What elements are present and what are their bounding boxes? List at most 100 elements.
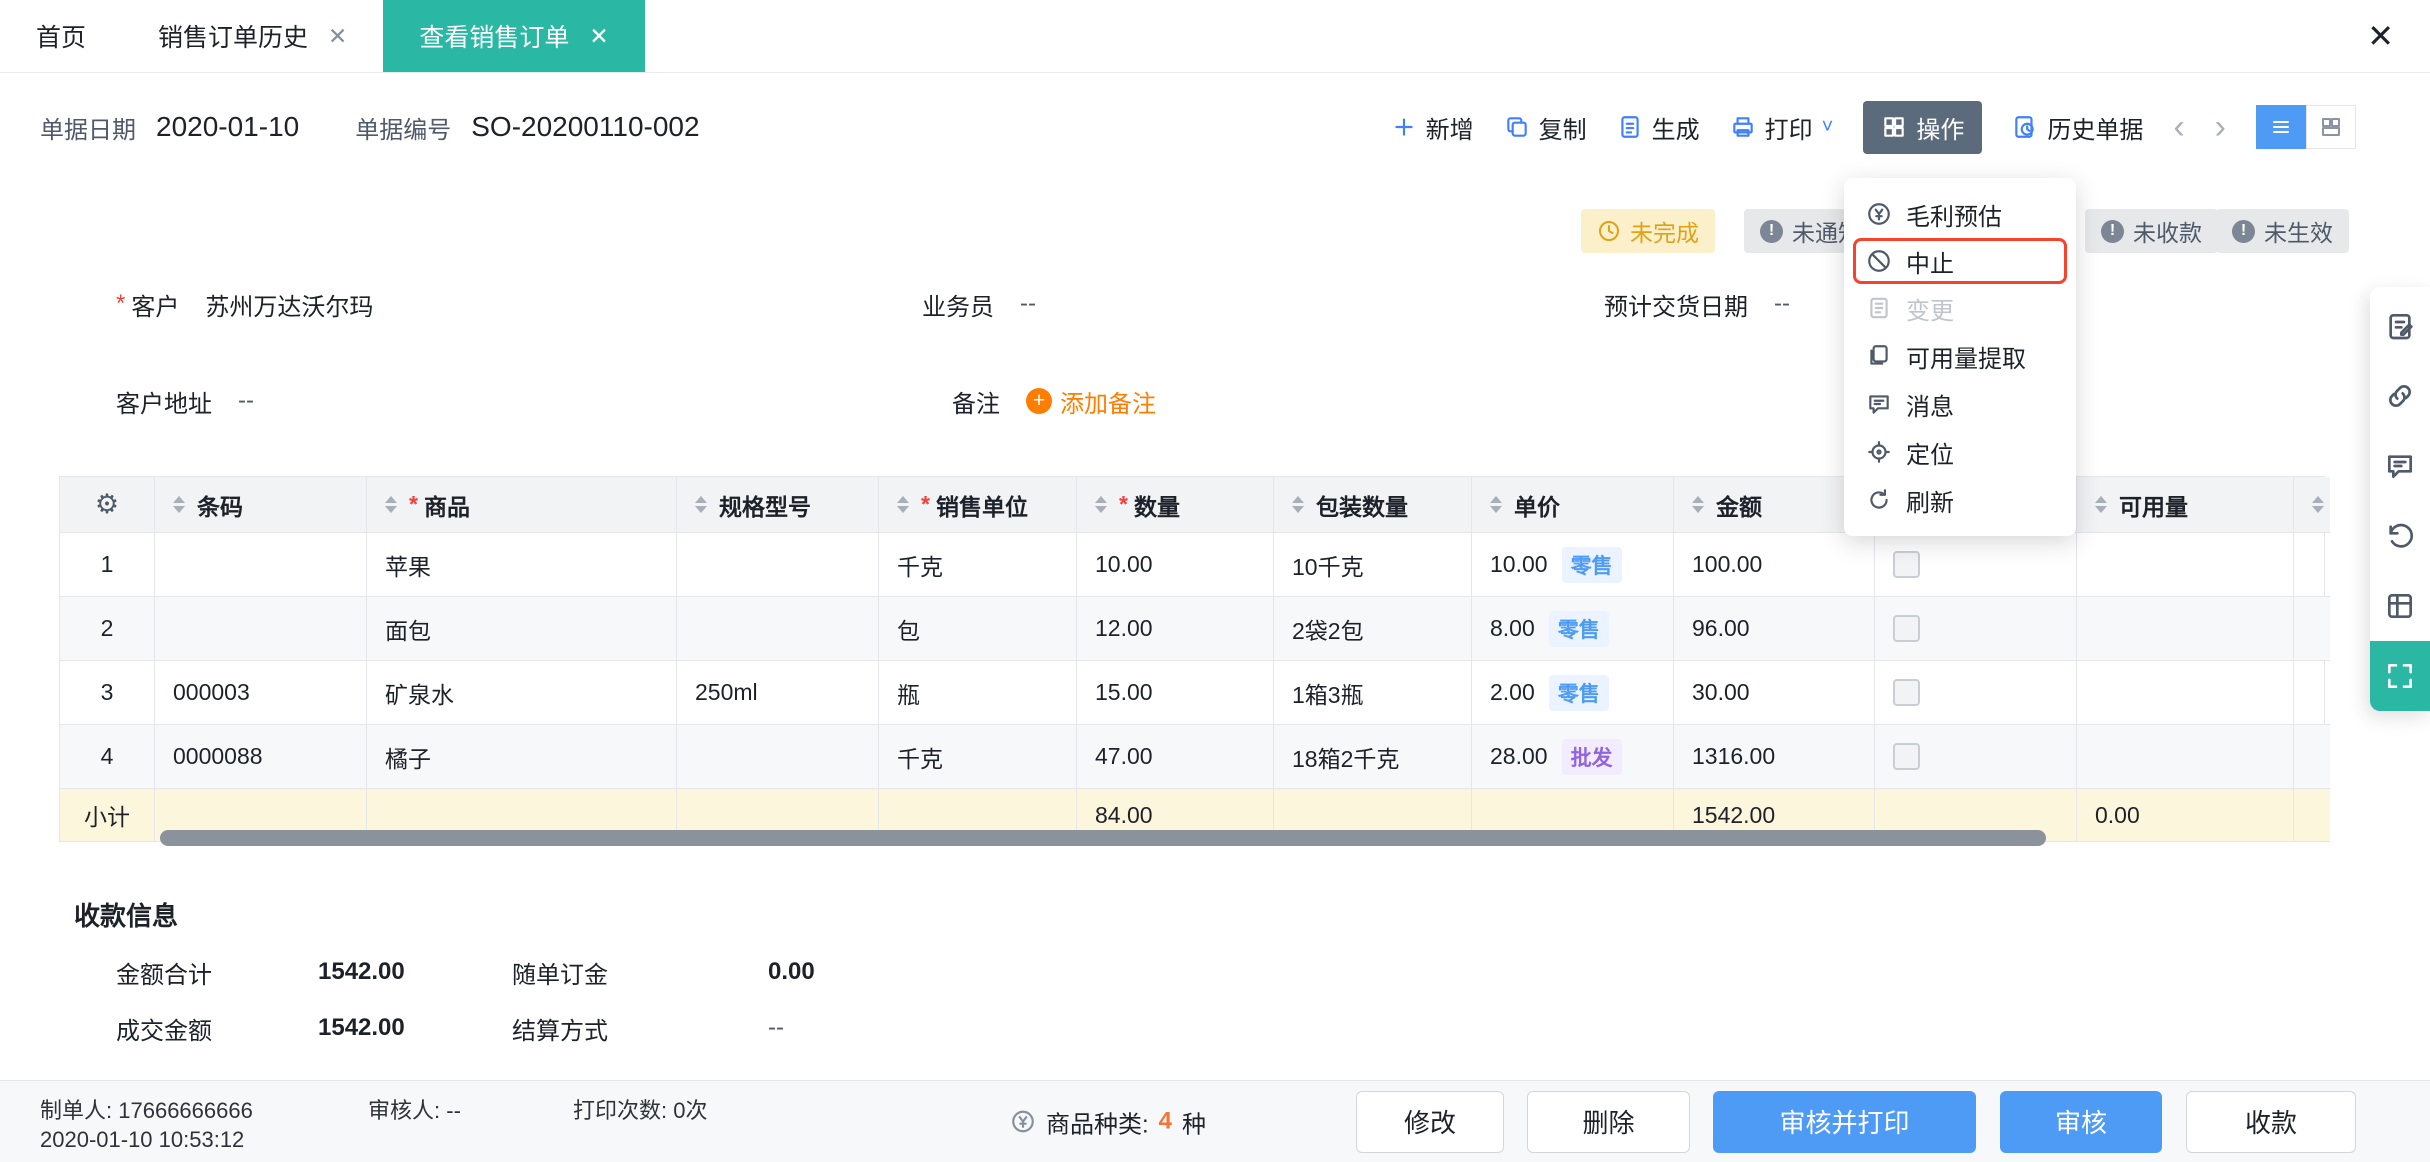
col-unit[interactable]: * 销售单位 (879, 477, 1077, 533)
tab-sales-order-history[interactable]: 销售订单历史 ✕ (122, 0, 383, 72)
col-product[interactable]: * 商品 (367, 477, 677, 533)
tab-home[interactable]: 首页 (0, 0, 122, 72)
row-spec (677, 597, 879, 661)
next-arrow-icon[interactable]: › (2215, 110, 2226, 144)
row-price: 28.00 批发 (1472, 725, 1674, 789)
operate-button[interactable]: 操作 (1863, 100, 1983, 154)
row-barcode: 0000088 (155, 725, 367, 789)
row-available (2077, 597, 2294, 661)
price-type-tag[interactable]: 零售 (1548, 674, 1609, 711)
menu-item-message[interactable]: 消息 (1844, 380, 2076, 428)
receive-payment-button[interactable]: 收款 (2186, 1090, 2356, 1153)
sort-icon[interactable] (2312, 496, 2324, 513)
row-unit: 千克 (879, 533, 1077, 597)
add-remark-button[interactable]: + 添加备注 (1026, 384, 1156, 419)
row-barcode: 000003 (155, 661, 367, 725)
menu-item-locate[interactable]: 定位 (1844, 428, 2076, 476)
generate-button[interactable]: 生成 (1617, 110, 1700, 145)
table-row[interactable]: 3 000003 矿泉水 250ml 瓶 15.00 1箱3瓶 2.00 零售 3… (60, 661, 2330, 725)
row-product: 面包 (367, 597, 677, 661)
required-mark: * (116, 290, 126, 317)
prev-arrow-icon[interactable]: ‹ (2173, 110, 2184, 144)
col-price[interactable]: 单价 (1472, 477, 1674, 533)
gear-icon[interactable]: ⚙ (95, 489, 119, 520)
col-pkg[interactable]: 包装数量 (1274, 477, 1472, 533)
order-detail-panel-button[interactable] (2370, 291, 2430, 361)
message-panel-button[interactable] (2370, 431, 2430, 501)
col-qty[interactable]: * 数量 (1077, 477, 1274, 533)
col-partial[interactable] (2294, 477, 2330, 533)
row-unit: 瓶 (879, 661, 1077, 725)
close-icon[interactable]: ✕ (2367, 17, 2394, 55)
sort-icon[interactable] (1292, 496, 1304, 513)
tab-view-sales-order[interactable]: 查看销售订单 ✕ (383, 0, 645, 72)
sort-icon[interactable] (1692, 496, 1704, 513)
price-type-tag[interactable]: 零售 (1548, 610, 1609, 647)
horizontal-scrollbar[interactable] (160, 830, 2046, 846)
col-spec[interactable]: 规格型号 (677, 477, 879, 533)
info-icon: ! (2101, 219, 2124, 243)
list-view-icon (2273, 121, 2289, 133)
customer-address-value: -- (238, 387, 254, 414)
history-doc-button[interactable]: 历史单据 (2012, 110, 2143, 145)
doc-date: 单据日期 2020-01-10 (40, 110, 299, 145)
deposit-value: 0.00 (768, 958, 815, 985)
modify-button[interactable]: 修改 (1356, 1090, 1504, 1153)
salesman-value: -- (1020, 290, 1036, 317)
row-barcode (155, 597, 367, 661)
row-unit: 包 (879, 597, 1077, 661)
row-checkbox[interactable] (1893, 551, 1920, 578)
table-panel-button[interactable] (2370, 571, 2430, 641)
info-icon: ! (2232, 219, 2255, 243)
sort-icon[interactable] (2095, 496, 2107, 513)
row-available (2077, 725, 2294, 789)
expand-panel-button[interactable] (2370, 641, 2430, 711)
message-icon (1869, 395, 1889, 414)
delete-button[interactable]: 删除 (1527, 1090, 1690, 1153)
remark-field: 备注 + 添加备注 (952, 381, 1156, 421)
print-button[interactable]: 打印 ˅ (1730, 110, 1833, 145)
row-pkg: 18箱2千克 (1274, 725, 1472, 789)
row-spec (677, 725, 879, 789)
settlement-value: -- (768, 1014, 784, 1041)
table-row[interactable]: 2 面包 包 12.00 2袋2包 8.00 零售 96.00 (60, 597, 2330, 661)
add-button[interactable]: 新增 (1391, 110, 1474, 145)
menu-item-change[interactable]: 变更 (1844, 284, 2076, 332)
row-checkbox[interactable] (1893, 743, 1920, 770)
sort-icon[interactable] (385, 496, 397, 513)
sort-icon[interactable] (695, 496, 707, 513)
doc-number-label: 单据编号 (355, 116, 452, 144)
menu-item-abort[interactable]: 中止 (1853, 238, 2067, 284)
grid-view-button[interactable] (2306, 105, 2356, 149)
row-checkbox[interactable] (1893, 615, 1920, 642)
sort-icon[interactable] (897, 496, 909, 513)
sort-icon[interactable] (1490, 496, 1502, 513)
deal-amount-field: 成交金额 (116, 1017, 212, 1045)
price-type-tag[interactable]: 批发 (1561, 738, 1622, 775)
menu-item-refresh[interactable]: 刷新 (1844, 476, 2076, 524)
row-checkbox[interactable] (1893, 679, 1920, 706)
close-tab-icon[interactable]: ✕ (589, 23, 608, 50)
tab-bar: 首页 销售订单历史 ✕ 查看销售订单 ✕ ✕ (0, 0, 2430, 73)
history-panel-button[interactable] (2370, 501, 2430, 571)
status-badge-not-received: ! 未收款 (2085, 209, 2218, 253)
deal-amount-value: 1542.00 (318, 1014, 405, 1041)
sort-icon[interactable] (173, 496, 185, 513)
table-row[interactable]: 4 0000088 橘子 千克 47.00 18箱2千克 28.00 批发 131… (60, 725, 2330, 789)
audit-and-print-button[interactable]: 审核并打印 (1713, 1090, 1976, 1153)
customer-field: * 客户 苏州万达沃尔玛 (116, 284, 373, 324)
audit-button[interactable]: 审核 (2000, 1090, 2162, 1153)
sort-icon[interactable] (1095, 496, 1107, 513)
close-tab-icon[interactable]: ✕ (328, 23, 347, 50)
table-row[interactable]: 1 苹果 千克 10.00 10千克 10.00 零售 100.00 (60, 533, 2330, 597)
menu-item-gross-profit[interactable]: 毛利预估 (1844, 190, 2076, 238)
category-icon (1012, 1110, 1034, 1133)
col-barcode[interactable]: 条码 (155, 477, 367, 533)
copy-button[interactable]: 复制 (1504, 110, 1587, 145)
row-seq: 4 (60, 725, 155, 789)
list-view-button[interactable] (2256, 105, 2306, 149)
col-available[interactable]: 可用量 (2077, 477, 2294, 533)
link-panel-button[interactable] (2370, 361, 2430, 431)
price-type-tag[interactable]: 零售 (1561, 546, 1622, 583)
menu-item-available-extract[interactable]: 可用量提取 (1844, 332, 2076, 380)
